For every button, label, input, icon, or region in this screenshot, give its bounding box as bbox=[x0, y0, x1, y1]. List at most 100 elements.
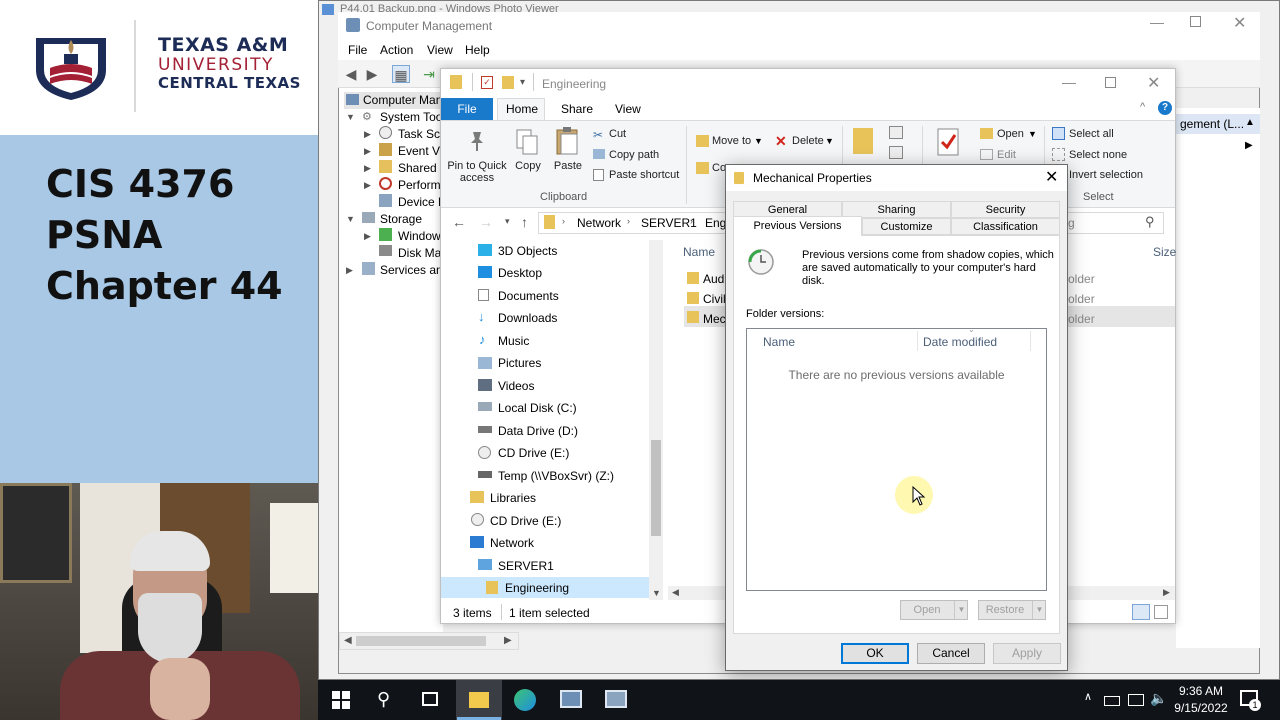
windows-start-icon[interactable] bbox=[332, 691, 350, 709]
edit-button[interactable]: Edit bbox=[997, 149, 1016, 161]
invert-selection-button[interactable]: Invert selection bbox=[1069, 169, 1143, 181]
tree-item-computer-management[interactable]: Computer Mana bbox=[363, 93, 449, 107]
delete-button[interactable]: Delete bbox=[792, 135, 824, 147]
nav-cd-drive-e[interactable]: CD Drive (E:) bbox=[498, 446, 569, 460]
tree-item-system-tools[interactable]: System Tool bbox=[380, 110, 445, 124]
computer-management-taskbar-icon[interactable] bbox=[605, 690, 627, 708]
nav-back-icon[interactable]: ← bbox=[452, 214, 466, 230]
delete-dropdown-icon[interactable]: ▼ bbox=[825, 136, 834, 146]
collapsed-arrow-icon[interactable]: ▶ bbox=[364, 163, 371, 174]
file-row-civil[interactable]: Civil bbox=[703, 292, 726, 306]
tree-item-windows-backup[interactable]: Window bbox=[398, 229, 441, 243]
nav-music[interactable]: Music bbox=[498, 334, 529, 348]
task-view-icon[interactable] bbox=[422, 692, 438, 706]
nav-forward-icon[interactable]: → bbox=[479, 214, 493, 230]
nav-temp-z[interactable]: Temp (\\VBoxSvr) (Z:) bbox=[498, 469, 614, 483]
collapsed-arrow-icon[interactable]: ▶ bbox=[364, 146, 371, 157]
cm-menu-view[interactable]: View bbox=[427, 43, 453, 57]
help-icon[interactable]: ? bbox=[1158, 101, 1172, 115]
nav-server1[interactable]: SERVER1 bbox=[498, 559, 554, 573]
tab-file[interactable]: File bbox=[441, 98, 493, 120]
restore-dropdown-icon[interactable]: ▼ bbox=[1032, 601, 1046, 619]
tree-item-services-applications[interactable]: Services and bbox=[380, 263, 449, 277]
collapsed-arrow-icon[interactable]: ▶ bbox=[364, 231, 371, 242]
tab-security[interactable]: Security bbox=[951, 201, 1060, 218]
console-tree-icon[interactable]: ▦ bbox=[392, 65, 410, 83]
battery-icon[interactable] bbox=[1104, 696, 1120, 706]
scroll-right-icon[interactable]: ▶ bbox=[1163, 587, 1170, 598]
apply-button[interactable]: Apply bbox=[993, 643, 1061, 664]
properties-icon[interactable]: ✓ bbox=[481, 76, 493, 89]
scroll-left-icon[interactable]: ◀ bbox=[672, 587, 679, 598]
dialog-close-icon[interactable]: ✕ bbox=[1045, 167, 1058, 187]
tab-share[interactable]: Share bbox=[561, 102, 593, 116]
nav-pictures[interactable]: Pictures bbox=[498, 356, 541, 370]
copy-path-button[interactable]: Copy path bbox=[609, 149, 659, 161]
server-manager-icon[interactable] bbox=[560, 690, 582, 708]
nav-3d-objects[interactable]: 3D Objects bbox=[498, 244, 557, 258]
move-to-button[interactable]: Move to bbox=[712, 135, 751, 147]
copy-to-button[interactable]: Co bbox=[712, 162, 726, 174]
scroll-right-icon[interactable]: ▶ bbox=[504, 635, 512, 646]
select-all-button[interactable]: Select all bbox=[1069, 128, 1114, 140]
tree-item-disk-management[interactable]: Disk Mar bbox=[398, 246, 445, 260]
search-icon[interactable]: ⚲ bbox=[1145, 214, 1155, 230]
open-button[interactable]: Open bbox=[997, 128, 1024, 140]
address-box[interactable] bbox=[538, 212, 728, 234]
cm-maximize-icon[interactable] bbox=[1190, 16, 1201, 27]
more-actions-icon[interactable]: ▶ bbox=[1245, 140, 1253, 151]
fe-minimize-icon[interactable]: — bbox=[1062, 74, 1076, 90]
nav-network[interactable]: Network bbox=[490, 536, 534, 550]
collapsed-arrow-icon[interactable]: ▶ bbox=[364, 129, 371, 140]
nav-local-disk-c[interactable]: Local Disk (C:) bbox=[498, 401, 577, 415]
open-dropdown-icon[interactable]: ▼ bbox=[1028, 129, 1037, 139]
tab-customize[interactable]: Customize bbox=[862, 218, 951, 235]
scroll-thumb[interactable] bbox=[356, 636, 486, 646]
taskbar-clock-time[interactable]: 9:36 AM bbox=[1173, 684, 1229, 698]
move-to-dropdown-icon[interactable]: ▼ bbox=[754, 136, 763, 146]
tray-chevron-icon[interactable]: ∧ bbox=[1084, 690, 1092, 703]
expanded-arrow-icon[interactable]: ▼ bbox=[346, 112, 355, 122]
nav-desktop[interactable]: Desktop bbox=[498, 266, 542, 280]
copy-button[interactable]: Copy bbox=[512, 160, 544, 172]
forward-arrow-icon[interactable]: ▶ bbox=[363, 65, 381, 83]
new-folder-icon[interactable] bbox=[502, 76, 514, 89]
nav-documents[interactable]: Documents bbox=[498, 289, 559, 303]
search-icon[interactable]: ⚲ bbox=[377, 689, 390, 710]
taskbar-clock-date[interactable]: 9/15/2022 bbox=[1168, 701, 1234, 715]
cm-menu-help[interactable]: Help bbox=[465, 43, 490, 57]
column-header-name[interactable]: Name bbox=[683, 245, 715, 259]
tab-view[interactable]: View bbox=[615, 102, 641, 116]
details-view-icon[interactable] bbox=[1132, 604, 1150, 620]
ok-button[interactable]: OK bbox=[841, 643, 909, 664]
large-icons-view-icon[interactable] bbox=[1154, 605, 1168, 619]
qat-dropdown-icon[interactable]: ▾ bbox=[520, 77, 525, 88]
nav-data-drive-d[interactable]: Data Drive (D:) bbox=[498, 424, 578, 438]
network-icon[interactable] bbox=[1128, 694, 1144, 706]
tab-home[interactable]: Home bbox=[506, 102, 538, 116]
pin-quick-access-label1[interactable]: Pin to Quick bbox=[446, 160, 508, 172]
back-arrow-icon[interactable]: ◀ bbox=[342, 65, 360, 83]
nav-downloads[interactable]: Downloads bbox=[498, 311, 557, 325]
cancel-button[interactable]: Cancel bbox=[917, 643, 985, 664]
fe-maximize-icon[interactable] bbox=[1105, 77, 1116, 88]
nav-cd-drive-e-2[interactable]: CD Drive (E:) bbox=[490, 514, 561, 528]
easy-access-icon[interactable] bbox=[889, 146, 903, 159]
select-none-button[interactable]: Select none bbox=[1069, 149, 1127, 161]
nav-up-icon[interactable]: ↑ bbox=[521, 214, 528, 230]
pin-quick-access-label2[interactable]: access bbox=[446, 172, 508, 184]
edge-browser-icon[interactable] bbox=[514, 689, 536, 711]
tab-classification[interactable]: Classification bbox=[951, 218, 1060, 235]
nav-videos[interactable]: Videos bbox=[498, 379, 534, 393]
recent-locations-icon[interactable]: ▾ bbox=[505, 216, 510, 227]
scroll-down-icon[interactable]: ▼ bbox=[652, 588, 661, 598]
collapse-ribbon-icon[interactable]: ^ bbox=[1140, 101, 1145, 113]
collapsed-arrow-icon[interactable]: ▶ bbox=[346, 265, 353, 276]
expanded-arrow-icon[interactable]: ▼ bbox=[346, 214, 355, 224]
cm-menu-file[interactable]: File bbox=[348, 43, 367, 57]
breadcrumb-engineering[interactable]: Eng bbox=[705, 216, 726, 230]
cm-minimize-icon[interactable]: — bbox=[1150, 14, 1164, 30]
file-row-aud[interactable]: Aud bbox=[703, 272, 724, 286]
export-list-icon[interactable]: ⇥ bbox=[420, 65, 438, 83]
paste-button[interactable]: Paste bbox=[550, 160, 586, 172]
